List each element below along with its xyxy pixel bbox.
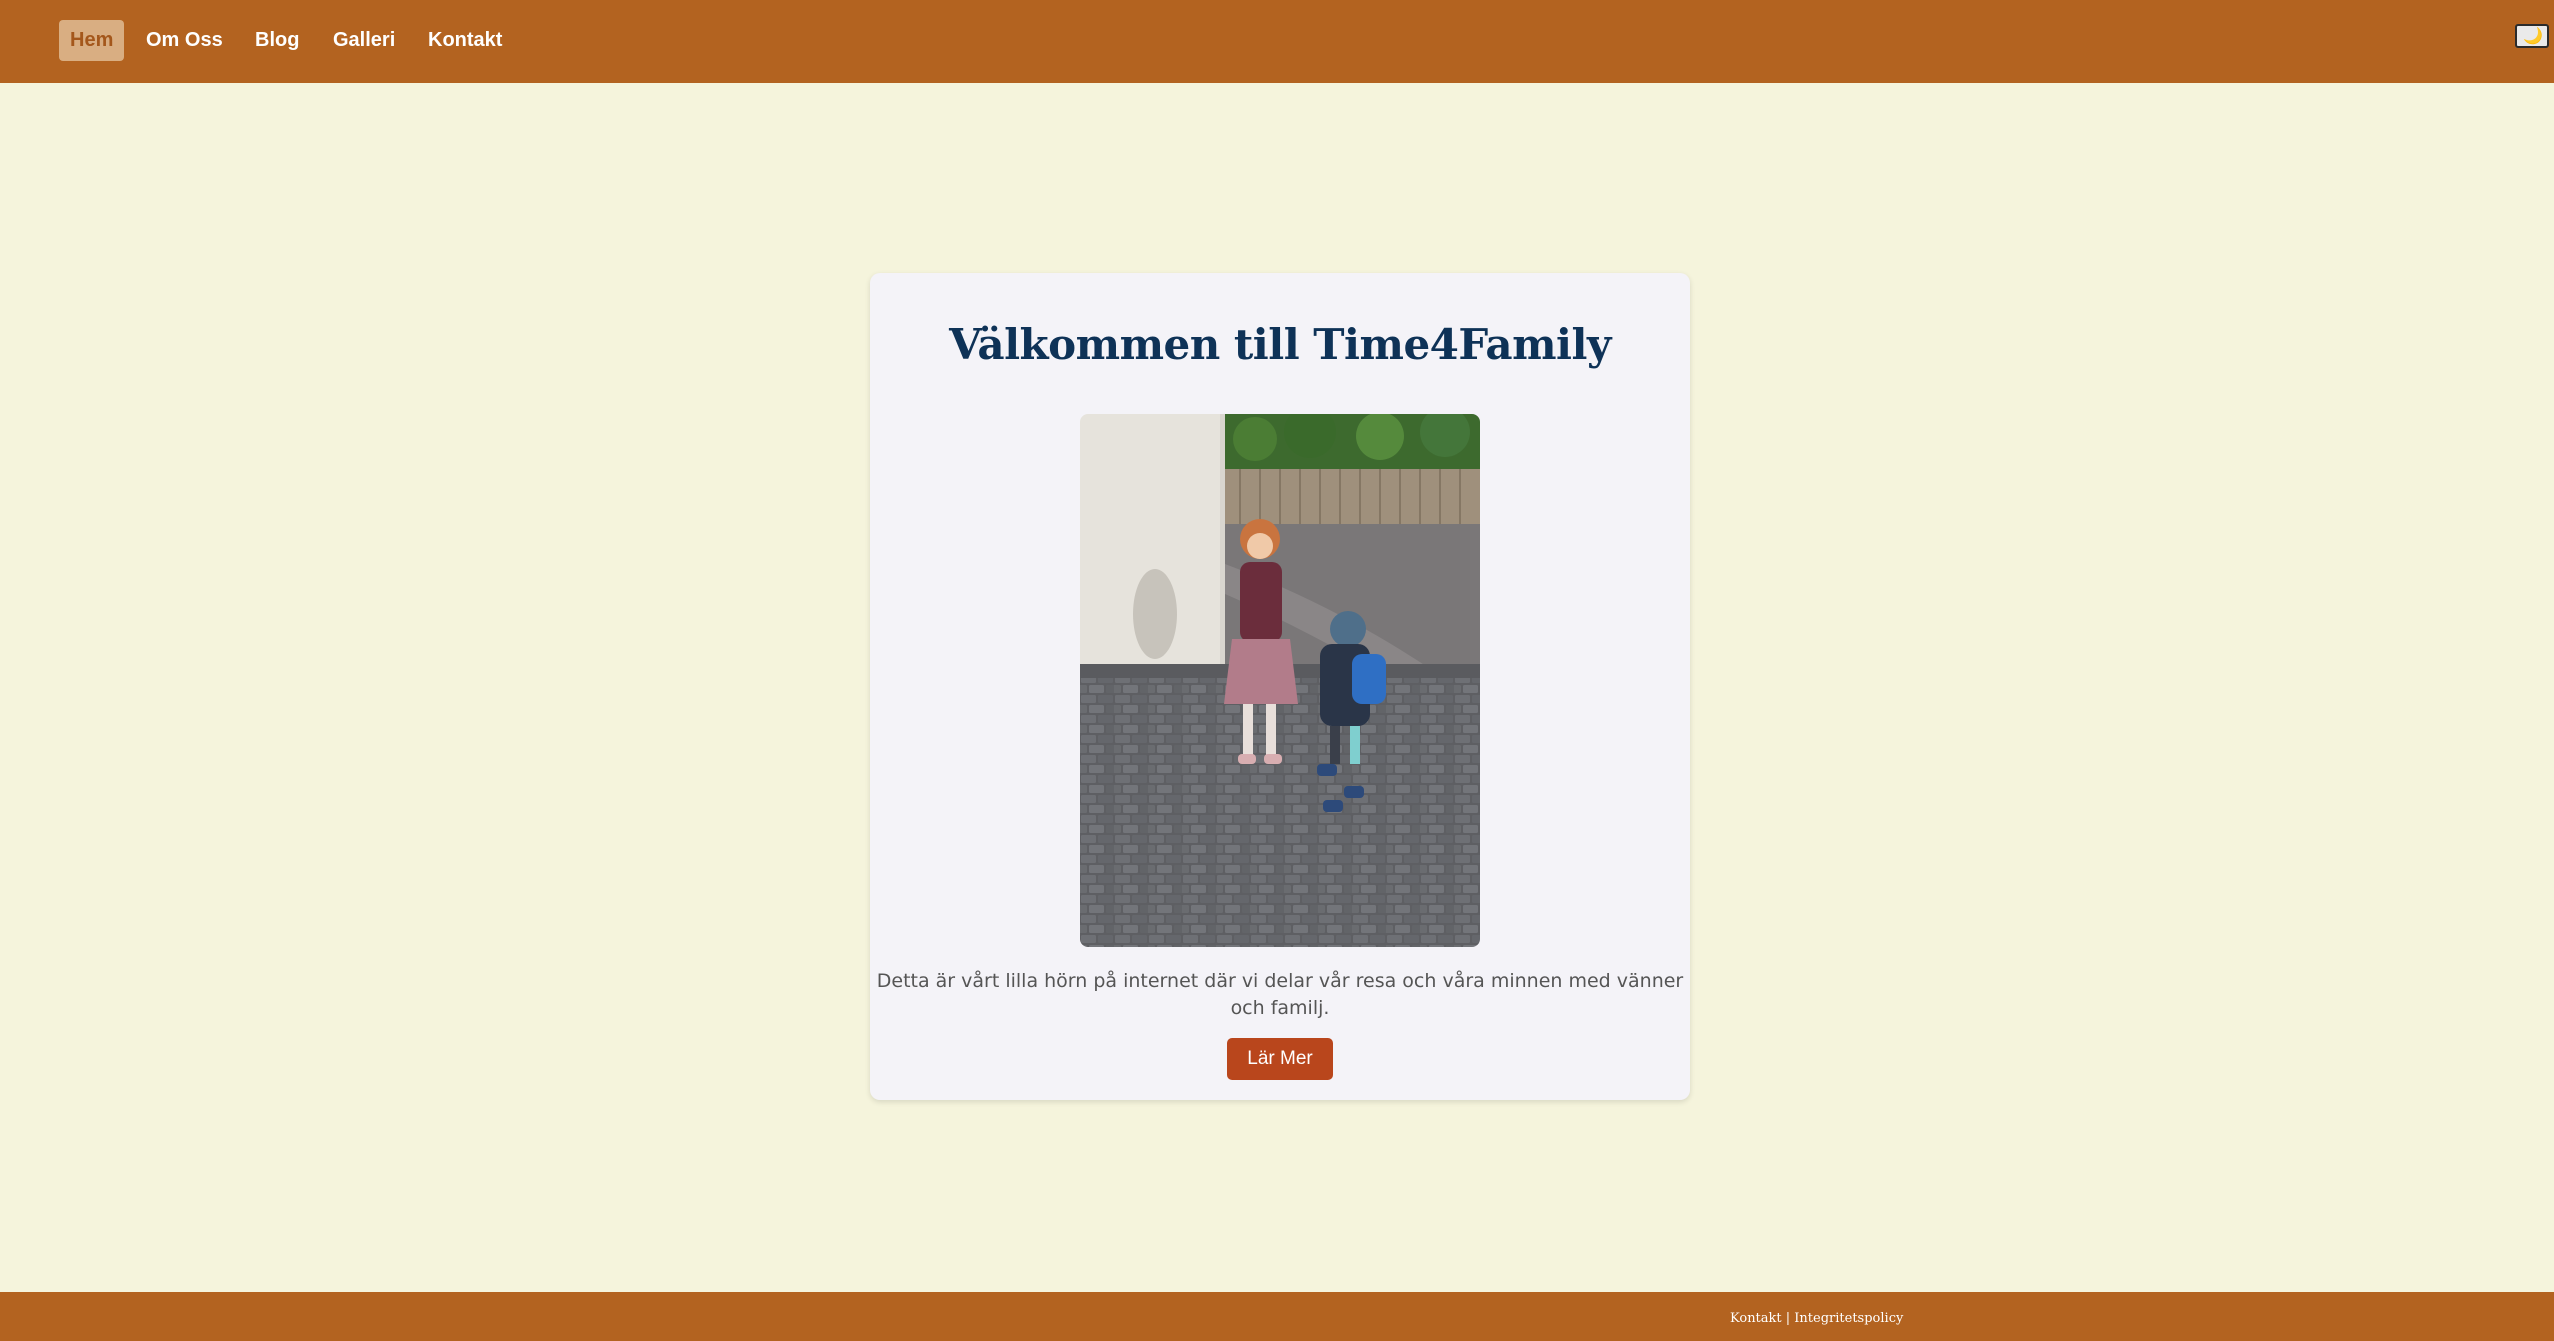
hero-description: Detta är vårt lilla hörn på internet där… (876, 970, 1684, 1019)
footer: Kontakt | Integritetspolicy (0, 1292, 2554, 1341)
top-navbar: Hem Om Oss Blog Galleri Kontakt 🌙 (0, 0, 2554, 83)
nav-item-kontakt[interactable]: Kontakt (417, 20, 513, 61)
hero-card: Välkommen till Time4Family Detta är vårt… (870, 273, 1690, 1100)
page-title: Välkommen till Time4Family (949, 320, 1611, 369)
moon-icon: 🌙 (2523, 28, 2543, 45)
nav-item-hem[interactable]: Hem (59, 20, 125, 61)
footer-separator: | (1781, 1311, 1795, 1326)
footer-links: Kontakt | Integritetspolicy (1730, 1311, 1903, 1326)
nav-item-om-oss[interactable]: Om Oss (135, 20, 234, 61)
nav-item-galleri[interactable]: Galleri (322, 20, 406, 61)
nav-item-blog[interactable]: Blog (244, 20, 310, 61)
learn-more-button[interactable]: Lär Mer (1227, 1038, 1333, 1080)
footer-link-integritetspolicy[interactable]: Integritetspolicy (1794, 1311, 1903, 1326)
footer-link-kontakt[interactable]: Kontakt (1730, 1311, 1782, 1326)
family-photo (1080, 414, 1480, 947)
theme-toggle-button[interactable]: 🌙 (2515, 24, 2549, 48)
